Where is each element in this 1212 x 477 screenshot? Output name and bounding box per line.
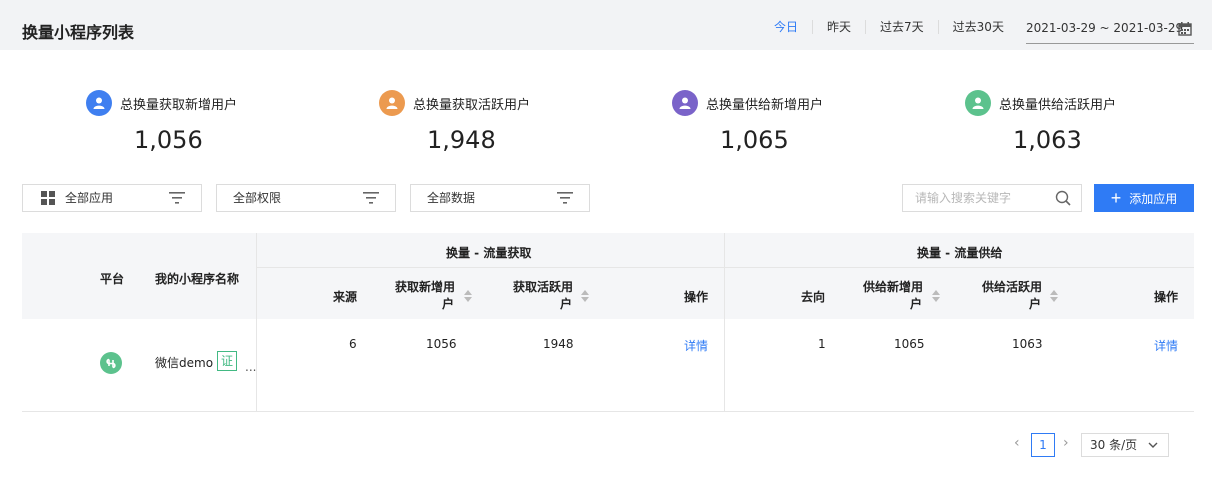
group-supply: 换量 - 流量供给 <box>917 246 1003 260</box>
filter-app[interactable]: 全部应用 <box>22 184 202 212</box>
col-supply-active-line2: 户 <box>1029 297 1042 311</box>
filter-permission[interactable]: 全部权限 <box>216 184 396 212</box>
cell-destination: 1 <box>818 337 826 351</box>
stat-value: 1,948 <box>427 126 496 154</box>
filter-icon <box>169 192 185 204</box>
add-app-button[interactable]: + 添加应用 <box>1094 184 1194 212</box>
top-bar: 换量小程序列表 今日 昨天 过去7天 过去30天 2021-03-29 ~ 20… <box>0 4 1212 50</box>
range-last-30-days[interactable]: 过去30天 <box>939 20 1018 34</box>
sort-icon[interactable] <box>1050 290 1058 302</box>
stat-value: 1,065 <box>720 126 789 154</box>
range-yesterday[interactable]: 昨天 <box>813 20 867 34</box>
stat-label: 总换量供给活跃用户 <box>999 97 1117 113</box>
page-size-label: 30 条/页 <box>1090 438 1138 452</box>
miniprogram-icon <box>100 352 122 374</box>
filter-icon <box>557 192 573 204</box>
plus-icon: + <box>1110 188 1122 208</box>
divider <box>256 233 257 411</box>
user-icon <box>965 90 991 116</box>
ellipsis: ... <box>245 360 257 374</box>
stat-acquire-new-users: 总换量获取新增用户 1,056 <box>86 90 286 154</box>
col-destination: 去向 <box>801 290 826 304</box>
prev-page-button[interactable]: ‹ <box>1014 435 1020 451</box>
col-supply-active[interactable]: 供给活跃用 <box>982 278 1042 295</box>
stat-value: 1,056 <box>134 126 203 154</box>
stat-label: 总换量供给新增用户 <box>706 97 824 113</box>
filter-label: 全部数据 <box>427 191 476 205</box>
col-supply-op: 操作 <box>1154 290 1179 304</box>
divider <box>256 267 1194 268</box>
filter-label: 全部应用 <box>65 191 114 205</box>
cell-supply-active: 1063 <box>1012 337 1043 351</box>
col-acquire-active-line2: 户 <box>560 297 573 311</box>
apps-grid-icon <box>41 191 55 205</box>
search-icon[interactable] <box>1055 190 1071 206</box>
col-app-name: 我的小程序名称 <box>155 272 240 286</box>
col-source: 来源 <box>333 290 358 304</box>
col-acquire-new[interactable]: 获取新增用 <box>395 278 455 295</box>
cell-acquire-active: 1948 <box>543 337 574 351</box>
col-acquire-new-line2: 户 <box>442 297 455 311</box>
page-number-current[interactable]: 1 <box>1031 433 1055 457</box>
stat-label: 总换量获取活跃用户 <box>413 97 531 113</box>
calendar-icon[interactable] <box>1178 22 1192 36</box>
stat-value: 1,063 <box>1013 126 1082 154</box>
chevron-down-icon <box>1148 442 1158 448</box>
filter-label: 全部权限 <box>233 191 282 205</box>
filter-icon <box>363 192 379 204</box>
stat-acquire-active-users: 总换量获取活跃用户 1,948 <box>379 90 579 154</box>
page-title: 换量小程序列表 <box>22 23 135 42</box>
search-input[interactable] <box>915 185 1055 211</box>
sort-icon[interactable] <box>932 290 940 302</box>
page-size-select[interactable]: 30 条/页 <box>1081 433 1169 457</box>
next-page-button[interactable]: › <box>1063 435 1069 451</box>
stat-supply-active-users: 总换量供给活跃用户 1,063 <box>965 90 1165 154</box>
range-last-7-days[interactable]: 过去7天 <box>866 20 939 34</box>
stat-label: 总换量获取新增用户 <box>120 97 238 113</box>
stat-supply-new-users: 总换量供给新增用户 1,065 <box>672 90 872 154</box>
supply-detail-link[interactable]: 详情 <box>1154 337 1178 354</box>
user-icon <box>672 90 698 116</box>
acquire-detail-link[interactable]: 详情 <box>684 337 708 354</box>
cell-source: 6 <box>349 337 357 351</box>
divider <box>724 233 725 411</box>
col-acquire-active[interactable]: 获取活跃用 <box>513 278 573 295</box>
col-platform: 平台 <box>100 272 125 286</box>
date-range-tabs: 今日 昨天 过去7天 过去30天 <box>760 20 1018 34</box>
range-today[interactable]: 今日 <box>760 20 814 34</box>
user-icon <box>379 90 405 116</box>
app-name: 微信demo <box>155 356 214 370</box>
user-icon <box>86 90 112 116</box>
cell-supply-new: 1065 <box>894 337 925 351</box>
col-supply-new-line2: 户 <box>910 297 923 311</box>
cell-acquire-new: 1056 <box>426 337 457 351</box>
date-range-picker[interactable]: 2021-03-29 ~ 2021-03-29 <box>1026 18 1194 44</box>
verified-badge: 证 <box>217 351 237 371</box>
sort-icon[interactable] <box>581 290 589 302</box>
add-app-label: 添加应用 <box>1129 191 1178 206</box>
col-acquire-op: 操作 <box>684 290 709 304</box>
group-acquire: 换量 - 流量获取 <box>446 246 532 260</box>
divider <box>22 411 1194 412</box>
search-box <box>902 184 1082 212</box>
sort-icon[interactable] <box>464 290 472 302</box>
col-supply-new[interactable]: 供给新增用 <box>863 278 923 295</box>
filter-data[interactable]: 全部数据 <box>410 184 590 212</box>
app-table: 平台 我的小程序名称 换量 - 流量获取 换量 - 流量供给 来源 获取新增用 … <box>22 233 1194 413</box>
